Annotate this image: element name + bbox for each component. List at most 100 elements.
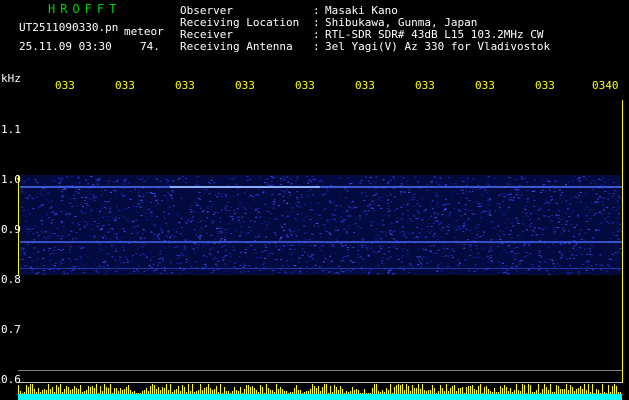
noise-speck	[409, 218, 412, 220]
noise-speck	[26, 228, 29, 230]
noise-speck	[395, 220, 398, 222]
noise-speck	[388, 250, 390, 252]
noise-speck	[75, 259, 78, 261]
noise-speck	[432, 208, 434, 210]
noise-speck	[54, 246, 57, 248]
noise-speck	[262, 188, 265, 190]
noise-speck	[594, 233, 597, 235]
noise-speck	[171, 197, 174, 199]
noise-speck	[148, 243, 151, 245]
noise-speck	[147, 208, 150, 210]
noise-speck	[397, 217, 400, 219]
noise-speck	[369, 269, 372, 271]
activity-bar	[250, 387, 251, 394]
noise-speck	[462, 231, 465, 232]
noise-speck	[525, 190, 528, 192]
noise-speck	[544, 190, 547, 192]
noise-speck	[602, 197, 605, 199]
activity-bar	[106, 387, 107, 394]
noise-speck	[199, 235, 202, 237]
noise-speck	[609, 237, 612, 239]
noise-speck	[121, 193, 124, 195]
noise-speck	[290, 272, 293, 274]
activity-bar	[134, 391, 135, 394]
noise-speck	[86, 224, 89, 226]
noise-speck	[319, 179, 322, 181]
noise-speck	[577, 216, 580, 218]
noise-speck	[513, 255, 516, 257]
noise-speck	[211, 222, 214, 224]
noise-speck	[69, 260, 72, 262]
noise-speck	[481, 194, 484, 196]
noise-speck	[447, 224, 450, 226]
noise-speck	[298, 206, 301, 208]
noise-speck	[611, 232, 614, 234]
noise-speck	[337, 212, 340, 214]
noise-speck	[137, 192, 140, 194]
noise-speck	[500, 208, 503, 210]
noise-speck	[329, 202, 332, 204]
noise-speck	[156, 237, 159, 239]
noise-speck	[500, 193, 503, 195]
noise-speck	[180, 218, 183, 219]
noise-speck	[360, 244, 363, 246]
noise-speck	[529, 253, 532, 255]
noise-speck	[331, 269, 334, 271]
noise-speck	[289, 194, 292, 196]
noise-speck	[176, 214, 179, 216]
noise-speck	[487, 194, 490, 196]
activity-bar	[120, 388, 121, 394]
noise-speck	[195, 205, 198, 207]
noise-speck	[546, 226, 549, 228]
noise-speck	[156, 198, 159, 200]
noise-speck	[571, 180, 574, 182]
noise-speck	[394, 179, 397, 181]
noise-speck	[538, 227, 541, 229]
noise-speck	[480, 205, 483, 207]
noise-speck	[27, 203, 30, 205]
noise-speck	[218, 233, 221, 235]
noise-speck	[301, 254, 304, 256]
noise-speck	[115, 181, 118, 183]
noise-speck	[289, 244, 292, 246]
noise-speck	[457, 265, 460, 266]
noise-speck	[476, 247, 479, 249]
noise-speck	[60, 263, 63, 264]
noise-speck	[61, 222, 63, 224]
noise-speck	[375, 251, 378, 253]
noise-speck	[514, 269, 517, 270]
noise-speck	[591, 189, 594, 190]
noise-speck	[259, 270, 262, 271]
noise-speck	[139, 206, 142, 208]
noise-speck	[68, 249, 71, 250]
noise-speck	[583, 271, 586, 273]
noise-speck	[267, 211, 270, 212]
noise-speck	[286, 244, 289, 246]
noise-speck	[268, 242, 270, 244]
noise-speck	[507, 207, 510, 209]
noise-speck	[307, 254, 310, 256]
noise-speck	[288, 203, 291, 204]
noise-speck	[565, 200, 568, 202]
noise-speck	[58, 248, 61, 250]
activity-bar	[288, 393, 289, 394]
noise-speck	[400, 218, 403, 220]
noise-speck	[347, 177, 350, 179]
activity-bar	[354, 390, 355, 394]
noise-speck	[584, 193, 587, 195]
noise-speck	[552, 263, 555, 265]
noise-speck	[116, 209, 119, 211]
noise-speck	[406, 250, 409, 251]
noise-speck	[175, 269, 178, 271]
noise-speck	[263, 257, 266, 259]
noise-speck	[287, 181, 290, 183]
noise-speck	[146, 219, 149, 221]
noise-speck	[34, 225, 37, 227]
noise-speck	[49, 261, 52, 263]
noise-speck	[40, 189, 43, 191]
noise-speck	[156, 216, 159, 218]
activity-bar	[398, 384, 399, 394]
noise-speck	[103, 206, 106, 208]
noise-speck	[448, 255, 450, 257]
noise-speck	[588, 261, 591, 263]
